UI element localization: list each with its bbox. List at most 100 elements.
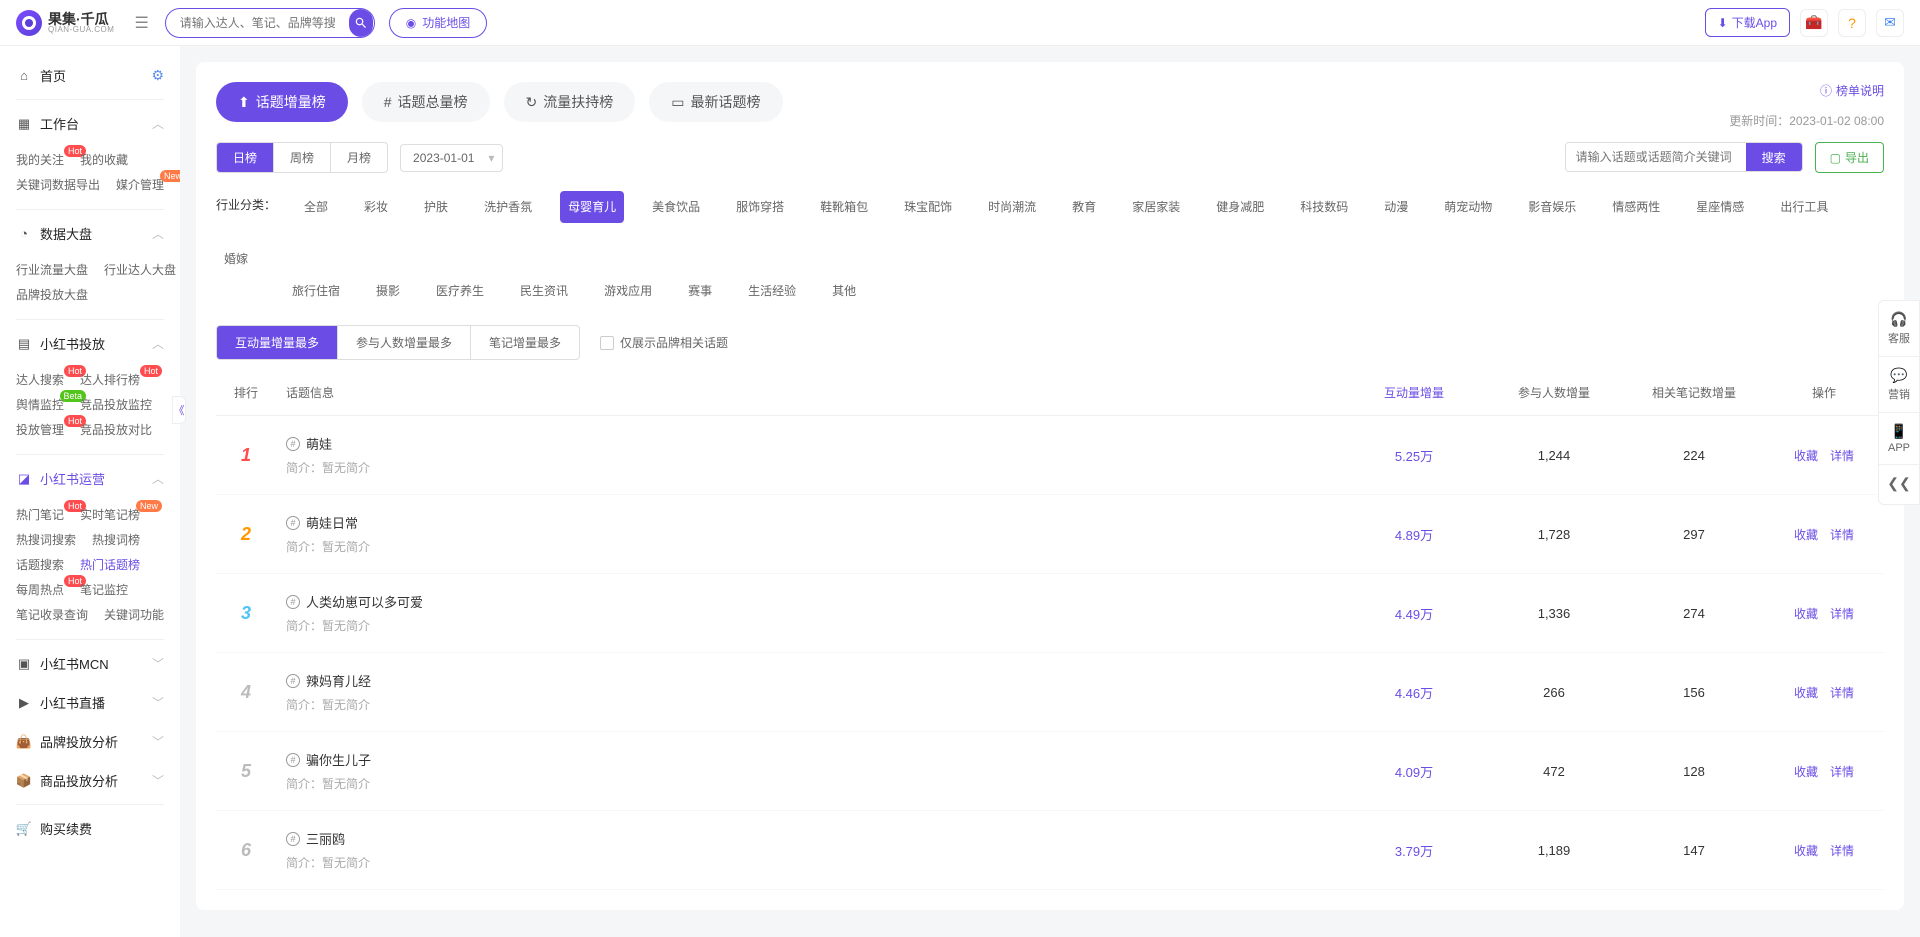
- favorite-link[interactable]: 收藏: [1794, 605, 1818, 622]
- sidebar-sublink[interactable]: 热门话题榜: [80, 556, 140, 573]
- nav-brand-analysis[interactable]: 👜品牌投放分析 ﹀: [0, 722, 180, 761]
- topic-title[interactable]: 萌娃: [306, 434, 332, 453]
- sidebar-sublink[interactable]: 舆情监控Beta: [16, 396, 64, 413]
- search-button[interactable]: [349, 9, 373, 37]
- category-item[interactable]: 洗护香氛: [476, 191, 540, 223]
- toolbox-icon[interactable]: 🧰: [1800, 9, 1828, 37]
- download-app-button[interactable]: ⬇ 下载App: [1705, 8, 1790, 37]
- topic-title[interactable]: 骗你生儿子: [306, 750, 371, 769]
- search-input[interactable]: [166, 16, 349, 30]
- detail-link[interactable]: 详情: [1830, 842, 1854, 859]
- detail-link[interactable]: 详情: [1830, 526, 1854, 543]
- category-item[interactable]: 旅行住宿: [284, 275, 348, 307]
- category-item[interactable]: 其他: [824, 275, 864, 307]
- sidebar-sublink[interactable]: 热门笔记Hot: [16, 506, 64, 523]
- topic-title[interactable]: 萌娃日常: [306, 513, 358, 532]
- sidebar-sublink[interactable]: 笔记收录查询: [16, 606, 88, 623]
- nav-product-analysis[interactable]: 📦商品投放分析 ﹀: [0, 761, 180, 800]
- sidebar-sublink[interactable]: 我的关注Hot: [16, 151, 64, 168]
- sidebar-sublink[interactable]: 媒介管理New: [116, 176, 164, 193]
- category-item[interactable]: 科技数码: [1292, 191, 1356, 223]
- sort-tab[interactable]: 参与人数增量最多: [338, 326, 471, 359]
- category-item[interactable]: 动漫: [1376, 191, 1416, 223]
- category-item[interactable]: 情感两性: [1604, 191, 1668, 223]
- category-item[interactable]: 民生资讯: [512, 275, 576, 307]
- category-item[interactable]: 出行工具: [1772, 191, 1836, 223]
- logo[interactable]: 果集·千瓜 QIAN-GUA.COM: [16, 10, 114, 36]
- main-tab[interactable]: ↻流量扶持榜: [504, 82, 636, 122]
- favorite-link[interactable]: 收藏: [1794, 842, 1818, 859]
- sidebar-collapse-icon[interactable]: ☰: [134, 13, 148, 33]
- period-tab[interactable]: 月榜: [331, 143, 387, 172]
- category-item[interactable]: 教育: [1064, 191, 1104, 223]
- detail-link[interactable]: 详情: [1830, 684, 1854, 701]
- th-interaction[interactable]: 互动量增量: [1344, 384, 1484, 401]
- sidebar-sublink[interactable]: 竞品投放对比: [80, 421, 152, 438]
- category-item[interactable]: 影音娱乐: [1520, 191, 1584, 223]
- category-item[interactable]: 健身减肥: [1208, 191, 1272, 223]
- date-select[interactable]: 2023-01-01: [400, 144, 503, 172]
- favorite-link[interactable]: 收藏: [1794, 684, 1818, 701]
- category-item[interactable]: 母婴育儿: [560, 191, 624, 223]
- sidebar-sublink[interactable]: 每周热点Hot: [16, 581, 64, 598]
- topic-title[interactable]: 辣妈育儿经: [306, 671, 371, 690]
- topic-title[interactable]: 人类幼崽可以多可爱: [306, 592, 423, 611]
- topic-title[interactable]: 三丽鸥: [306, 829, 345, 848]
- sidebar-sublink[interactable]: 实时笔记榜New: [80, 506, 140, 523]
- main-tab[interactable]: ▭最新话题榜: [649, 82, 782, 122]
- sidebar-sublink[interactable]: 行业达人大盘: [104, 261, 176, 278]
- topic-search-input[interactable]: [1566, 143, 1746, 171]
- main-tab[interactable]: #话题总量榜: [362, 82, 490, 122]
- nav-xhs-operation[interactable]: ◪小红书运营 ︿: [0, 459, 180, 498]
- category-item[interactable]: 医疗养生: [428, 275, 492, 307]
- favorite-link[interactable]: 收藏: [1794, 447, 1818, 464]
- nav-data-overview[interactable]: ◔数据大盘 ︿: [0, 214, 180, 253]
- sidebar-sublink[interactable]: 达人搜索Hot: [16, 371, 64, 388]
- category-item[interactable]: 鞋靴箱包: [812, 191, 876, 223]
- dock-item[interactable]: 🎧客服: [1879, 301, 1919, 357]
- nav-live[interactable]: ▶小红书直播 ﹀: [0, 683, 180, 722]
- nav-xhs-put[interactable]: ▤小红书投放 ︿: [0, 324, 180, 363]
- nav-home[interactable]: ⌂首页 ⚙: [0, 56, 180, 95]
- category-item[interactable]: 美食饮品: [644, 191, 708, 223]
- th-participants[interactable]: 参与人数增量: [1484, 384, 1624, 401]
- category-item[interactable]: 时尚潮流: [980, 191, 1044, 223]
- favorite-link[interactable]: 收藏: [1794, 763, 1818, 780]
- period-tab[interactable]: 日榜: [217, 143, 274, 172]
- nav-renew[interactable]: 🛒购买续费: [0, 809, 180, 848]
- category-item[interactable]: 生活经验: [740, 275, 804, 307]
- sort-tab[interactable]: 笔记增量最多: [471, 326, 579, 359]
- sidebar-sublink[interactable]: 关键词数据导出: [16, 176, 100, 193]
- nav-mcn[interactable]: ▣小红书MCN ﹀: [0, 644, 180, 683]
- sidebar-sublink[interactable]: 我的收藏: [80, 151, 128, 168]
- category-item[interactable]: 珠宝配饰: [896, 191, 960, 223]
- collapse-handle[interactable]: 《: [172, 396, 186, 424]
- main-tab[interactable]: ⬆话题增量榜: [216, 82, 348, 122]
- category-item[interactable]: 家居家装: [1124, 191, 1188, 223]
- category-item[interactable]: 全部: [296, 191, 336, 223]
- nav-workbench[interactable]: ▦工作台 ︿: [0, 104, 180, 143]
- th-notes[interactable]: 相关笔记数增量: [1624, 384, 1764, 401]
- export-button[interactable]: ▢导出: [1815, 142, 1884, 173]
- favorite-link[interactable]: 收藏: [1794, 526, 1818, 543]
- category-item[interactable]: 护肤: [416, 191, 456, 223]
- help-link[interactable]: ⓘ榜单说明: [1820, 82, 1884, 99]
- dock-item[interactable]: 💬营销: [1879, 357, 1919, 413]
- sidebar-sublink[interactable]: 关键词功能: [104, 606, 164, 623]
- category-item[interactable]: 婚嫁: [216, 243, 256, 275]
- sidebar-sublink[interactable]: 投放管理Hot: [16, 421, 64, 438]
- dock-item[interactable]: ❮❮: [1879, 465, 1919, 504]
- dock-item[interactable]: 📱APP: [1879, 413, 1919, 465]
- sort-tab[interactable]: 互动量增量最多: [217, 326, 338, 359]
- detail-link[interactable]: 详情: [1830, 763, 1854, 780]
- category-item[interactable]: 萌宠动物: [1436, 191, 1500, 223]
- category-item[interactable]: 彩妆: [356, 191, 396, 223]
- function-map-button[interactable]: ◉ 功能地图: [389, 8, 488, 38]
- sidebar-sublink[interactable]: 品牌投放大盘: [16, 286, 88, 303]
- sidebar-sublink[interactable]: 话题搜索: [16, 556, 64, 573]
- sidebar-sublink[interactable]: 达人排行榜Hot: [80, 371, 140, 388]
- period-tab[interactable]: 周榜: [274, 143, 331, 172]
- gear-icon[interactable]: ⚙: [151, 67, 164, 84]
- category-item[interactable]: 赛事: [680, 275, 720, 307]
- brand-only-checkbox[interactable]: 仅展示品牌相关话题: [600, 334, 728, 351]
